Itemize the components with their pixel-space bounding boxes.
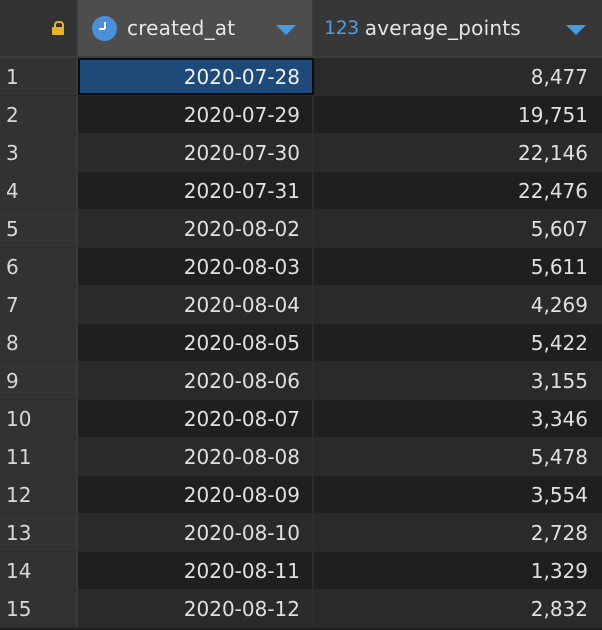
cell-average-points[interactable]: 5,607 [314, 210, 602, 247]
column-header-average-points[interactable]: 123 average_points [314, 0, 602, 56]
table-row[interactable]: 6 2020-08-03 5,611 [0, 248, 602, 286]
cell-created-at[interactable]: 2020-08-04 [78, 286, 314, 323]
sort-arrow-icon[interactable] [566, 25, 586, 35]
row-number[interactable]: 11 [0, 438, 78, 475]
cell-average-points[interactable]: 2,832 [314, 590, 602, 627]
cell-created-at[interactable]: 2020-07-31 [78, 172, 314, 209]
row-number-header[interactable] [0, 0, 78, 56]
table-row[interactable]: 14 2020-08-11 1,329 [0, 552, 602, 590]
cell-created-at[interactable]: 2020-08-07 [78, 400, 314, 437]
cell-created-at[interactable]: 2020-08-05 [78, 324, 314, 361]
table-row[interactable]: 5 2020-08-02 5,607 [0, 210, 602, 248]
cell-average-points[interactable]: 8,477 [314, 58, 602, 95]
column-header-label: average_points [364, 16, 521, 40]
row-number[interactable]: 8 [0, 324, 78, 361]
cell-created-at[interactable]: 2020-08-09 [78, 476, 314, 513]
row-number[interactable]: 3 [0, 134, 78, 171]
table-row[interactable]: 11 2020-08-08 5,478 [0, 438, 602, 476]
cell-average-points[interactable]: 2,728 [314, 514, 602, 551]
row-number[interactable]: 15 [0, 590, 78, 627]
cell-created-at[interactable]: 2020-08-12 [78, 590, 314, 627]
row-number[interactable]: 6 [0, 248, 78, 285]
row-number[interactable]: 4 [0, 172, 78, 209]
cell-average-points[interactable]: 1,329 [314, 552, 602, 589]
clock-icon [92, 15, 117, 41]
row-number[interactable]: 10 [0, 400, 78, 437]
table-row[interactable]: 7 2020-08-04 4,269 [0, 286, 602, 324]
cell-created-at[interactable]: 2020-08-08 [78, 438, 314, 475]
sort-arrow-icon[interactable] [276, 25, 296, 35]
cell-created-at[interactable]: 2020-08-03 [78, 248, 314, 285]
row-number[interactable]: 1 [0, 58, 78, 95]
table-row[interactable]: 2 2020-07-29 19,751 [0, 96, 602, 134]
table-row[interactable]: 1 2020-07-28 8,477 [0, 58, 602, 96]
cell-created-at[interactable]: 2020-07-28 [78, 58, 314, 95]
column-header-created-at[interactable]: created_at [78, 0, 314, 56]
column-header-label: created_at [127, 16, 236, 40]
row-number[interactable]: 9 [0, 362, 78, 399]
cell-created-at[interactable]: 2020-07-30 [78, 134, 314, 171]
cell-average-points[interactable]: 3,155 [314, 362, 602, 399]
cell-average-points[interactable]: 4,269 [314, 286, 602, 323]
cell-average-points[interactable]: 5,478 [314, 438, 602, 475]
table-row[interactable]: 13 2020-08-10 2,728 [0, 514, 602, 552]
cell-average-points[interactable]: 3,554 [314, 476, 602, 513]
table-row[interactable]: 8 2020-08-05 5,422 [0, 324, 602, 362]
cell-average-points[interactable]: 5,422 [314, 324, 602, 361]
cell-average-points[interactable]: 22,146 [314, 134, 602, 171]
row-number[interactable]: 14 [0, 552, 78, 589]
table-row[interactable]: 15 2020-08-12 2,832 [0, 590, 602, 628]
cell-created-at[interactable]: 2020-08-11 [78, 552, 314, 589]
cell-average-points[interactable]: 5,611 [314, 248, 602, 285]
row-number[interactable]: 7 [0, 286, 78, 323]
lock-icon [52, 21, 64, 35]
row-number[interactable]: 12 [0, 476, 78, 513]
cell-average-points[interactable]: 19,751 [314, 96, 602, 133]
result-grid[interactable]: created_at 123 average_points 1 2020-07-2… [0, 0, 602, 630]
cell-created-at[interactable]: 2020-08-06 [78, 362, 314, 399]
table-row[interactable]: 4 2020-07-31 22,476 [0, 172, 602, 210]
table-row[interactable]: 10 2020-08-07 3,346 [0, 400, 602, 438]
number-type-icon: 123 [324, 17, 359, 39]
table-row[interactable]: 9 2020-08-06 3,155 [0, 362, 602, 400]
cell-average-points[interactable]: 3,346 [314, 400, 602, 437]
table-row[interactable]: 12 2020-08-09 3,554 [0, 476, 602, 514]
row-number[interactable]: 5 [0, 210, 78, 247]
cell-created-at[interactable]: 2020-07-29 [78, 96, 314, 133]
row-number[interactable]: 2 [0, 96, 78, 133]
cell-average-points[interactable]: 22,476 [314, 172, 602, 209]
grid-body: 1 2020-07-28 8,477 2 2020-07-29 19,751 3 2020-0… [0, 58, 602, 628]
cell-created-at[interactable]: 2020-08-02 [78, 210, 314, 247]
grid-header: created_at 123 average_points [0, 0, 602, 58]
row-number[interactable]: 13 [0, 514, 78, 551]
table-row[interactable]: 3 2020-07-30 22,146 [0, 134, 602, 172]
cell-created-at[interactable]: 2020-08-10 [78, 514, 314, 551]
